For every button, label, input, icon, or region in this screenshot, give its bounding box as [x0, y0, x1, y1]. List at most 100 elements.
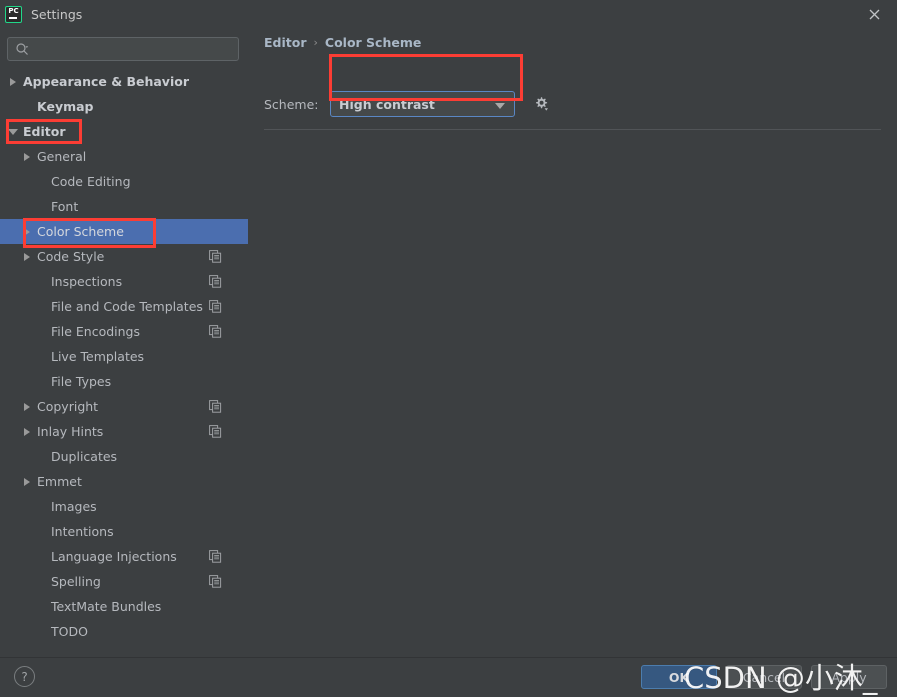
chevron-down-icon — [495, 103, 505, 109]
sidebar-item-label: Live Templates — [51, 349, 145, 364]
sidebar-item-label: Code Editing — [51, 174, 131, 189]
twisty-collapsed-icon[interactable] — [22, 151, 33, 162]
search-input[interactable] — [29, 39, 238, 59]
gear-icon[interactable] — [531, 94, 551, 114]
scheme-selected-value: High contrast — [339, 96, 435, 112]
sidebar-item-label: Intentions — [51, 524, 114, 539]
sidebar-item-duplicates[interactable]: Duplicates — [0, 444, 248, 469]
copy-icon[interactable] — [209, 300, 222, 313]
copy-glyph — [209, 550, 222, 563]
sidebar-item-file-types[interactable]: File Types — [0, 369, 248, 394]
twisty-collapsed-icon[interactable] — [22, 226, 33, 237]
settings-tree[interactable]: Appearance & Behavior Keymap Editor General… — [0, 69, 248, 657]
sidebar-item-appearance-behavior[interactable]: Appearance & Behavior — [0, 69, 248, 94]
sidebar-item-copyright[interactable]: Copyright — [0, 394, 248, 419]
search-icon — [15, 42, 29, 56]
pycharm-logo-icon: PC — [5, 5, 22, 23]
sidebar-item-label: General — [37, 149, 87, 164]
copy-icon[interactable] — [209, 425, 222, 438]
sidebar-item-code-editing[interactable]: Code Editing — [0, 169, 248, 194]
sidebar-item-label: Code Style — [37, 249, 105, 264]
scheme-row: Scheme: High contrast — [264, 91, 551, 117]
sidebar-item-color-scheme[interactable]: Color Scheme — [0, 219, 248, 244]
search-box[interactable] — [7, 37, 239, 61]
copy-glyph — [209, 575, 222, 588]
copy-icon[interactable] — [209, 575, 222, 588]
content-divider — [264, 129, 881, 130]
sidebar-item-images[interactable]: Images — [0, 494, 248, 519]
copy-glyph — [209, 400, 222, 413]
help-button[interactable]: ? — [14, 666, 35, 687]
copy-icon[interactable] — [209, 275, 222, 288]
twisty-collapsed-icon[interactable] — [22, 476, 33, 487]
close-icon[interactable] — [861, 3, 887, 25]
sidebar-item-label: Font — [51, 199, 79, 214]
breadcrumb-separator-icon: › — [313, 36, 318, 49]
cancel-button[interactable]: Cancel — [726, 665, 802, 689]
sidebar-item-language-injections[interactable]: Language Injections — [0, 544, 248, 569]
copy-glyph — [209, 425, 222, 438]
gear-glyph — [536, 97, 548, 111]
breadcrumb-parent[interactable]: Editor — [264, 35, 307, 50]
sidebar-item-editor[interactable]: Editor — [0, 119, 248, 144]
twisty-collapsed-icon[interactable] — [22, 251, 33, 262]
logo-bar — [9, 17, 17, 19]
logo-text: PC — [8, 6, 19, 15]
sidebar-item-textmate-bundles[interactable]: TextMate Bundles — [0, 594, 248, 619]
sidebar-item-label: Editor — [23, 124, 66, 139]
sidebar-item-general[interactable]: General — [0, 144, 248, 169]
sidebar-item-inlay-hints[interactable]: Inlay Hints — [0, 419, 248, 444]
sidebar-item-font[interactable]: Font — [0, 194, 248, 219]
sidebar-item-label: TextMate Bundles — [51, 599, 162, 614]
settings-content-panel: Editor › Color Scheme Scheme: High contr… — [248, 28, 897, 657]
copy-glyph — [209, 300, 222, 313]
copy-icon[interactable] — [209, 400, 222, 413]
twisty-collapsed-icon[interactable] — [22, 426, 33, 437]
sidebar-item-label: Appearance & Behavior — [23, 74, 189, 89]
twisty-expanded-icon[interactable] — [8, 126, 19, 137]
window-title: Settings — [31, 6, 83, 22]
sidebar-item-label: Inlay Hints — [37, 424, 104, 439]
settings-sidebar: Appearance & Behavior Keymap Editor General… — [0, 28, 248, 657]
sidebar-item-emmet[interactable]: Emmet — [0, 469, 248, 494]
copy-icon[interactable] — [209, 550, 222, 563]
sidebar-item-label: File and Code Templates — [51, 299, 203, 314]
breadcrumb-current: Color Scheme — [324, 35, 422, 50]
sidebar-item-label: Inspections — [51, 274, 123, 289]
breadcrumb: Editor › Color Scheme — [264, 35, 421, 50]
sidebar-item-live-templates[interactable]: Live Templates — [0, 344, 248, 369]
apply-button[interactable]: Apply — [811, 665, 887, 689]
ok-button[interactable]: OK — [641, 665, 717, 689]
copy-icon[interactable] — [209, 325, 222, 338]
sidebar-item-code-style[interactable]: Code Style — [0, 244, 248, 269]
sidebar-item-label: File Encodings — [51, 324, 141, 339]
sidebar-item-todo[interactable]: TODO — [0, 619, 248, 644]
twisty-collapsed-icon[interactable] — [22, 401, 33, 412]
sidebar-item-label: File Types — [51, 374, 112, 389]
sidebar-item-file-encodings[interactable]: File Encodings — [0, 319, 248, 344]
scheme-select[interactable]: High contrast — [330, 91, 515, 117]
sidebar-item-keymap[interactable]: Keymap — [0, 94, 248, 119]
sidebar-scrollbar-track[interactable] — [240, 69, 248, 657]
sidebar-item-file-and-code-templates[interactable]: File and Code Templates — [0, 294, 248, 319]
sidebar-item-inspections[interactable]: Inspections — [0, 269, 248, 294]
sidebar-item-intentions[interactable]: Intentions — [0, 519, 248, 544]
copy-icon[interactable] — [209, 250, 222, 263]
twisty-collapsed-icon[interactable] — [8, 76, 19, 87]
sidebar-item-spelling[interactable]: Spelling — [0, 569, 248, 594]
close-glyph — [869, 9, 879, 19]
sidebar-item-label: Spelling — [51, 574, 101, 589]
title-bar: PC Settings — [0, 0, 897, 28]
